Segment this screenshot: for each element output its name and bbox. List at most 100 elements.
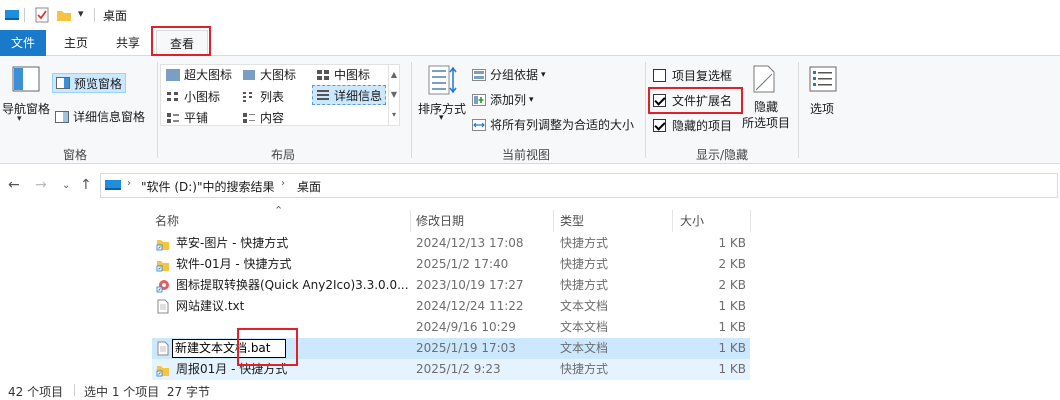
file-row[interactable]: 软件-01月 - 快捷方式 2025/1/2 17:40 快捷方式 2 KB [152,254,750,275]
group-separator [411,62,412,158]
properties-icon[interactable] [34,7,50,23]
group-separator [798,62,799,158]
options-label: 选项 [810,102,835,116]
forward-arrow-icon[interactable]: → [35,177,47,193]
layout-large-icons[interactable]: 大图标 [242,66,296,83]
file-type: 文本文档 [560,341,609,355]
highlight-box-extension [237,328,298,366]
details-pane-button[interactable]: 详细信息窗格 [55,108,145,125]
hide-selected-button[interactable]: 隐藏 所选项目 [740,99,792,131]
column-separator[interactable] [672,210,673,232]
group-by-button[interactable]: 分组依据 ▾ [472,66,546,83]
address-bar[interactable]: › "软件 (D:)"中的搜索结果 › 桌面 [100,173,1058,198]
hidden-items-checkbox[interactable] [653,119,666,132]
fit-columns-button[interactable]: 将所有列调整为合适的大小 [472,116,634,133]
item-checkboxes-toggle[interactable]: 项目复选框 [653,67,732,84]
hidden-items-toggle[interactable]: 隐藏的项目 [653,117,732,134]
navigation-pane-button[interactable]: 导航窗格 [2,100,50,117]
file-row[interactable]: 网站建议.txt 2024/12/24 11:22 文本文档 1 KB [152,296,750,317]
sort-by-icon [428,65,457,95]
hide-selected-label-line1: 隐藏 [753,100,778,114]
item-checkboxes-checkbox[interactable] [653,69,666,82]
medium-icons-icon [317,69,329,80]
chevron-down-icon: ▾ [17,114,22,124]
tab-share[interactable]: 共享 [106,30,150,56]
add-column-icon [472,93,486,106]
qat-dropdown-icon[interactable]: ▾ [78,7,84,20]
navigation-bar: ← → ⌄ ↑ › "软件 (D:)"中的搜索结果 › 桌面 [0,164,1060,208]
file-name: 网站建议.txt [176,299,245,313]
file-row[interactable]: 图标提取转换器(Quick Any2Ico)3.3.0.0... 2023/10… [152,275,750,296]
column-header-type[interactable]: 类型 [560,210,584,232]
group-label-panes: 窗格 [62,148,87,162]
column-separator[interactable] [553,210,554,232]
new-folder-icon[interactable] [56,7,72,23]
file-type: 文本文档 [560,299,609,313]
column-separator[interactable] [750,210,751,232]
item-checkboxes-label: 项目复选框 [672,69,733,83]
layout-item-label: 超大图标 [184,68,233,82]
tab-file[interactable]: 文件 [0,30,46,56]
fit-columns-label: 将所有列调整为合适的大小 [490,118,635,132]
group-by-label: 分组依据 [490,68,539,82]
group-separator [645,62,646,158]
column-header-name[interactable]: 名称 [155,210,179,232]
breadcrumb-desktop[interactable]: 桌面 [297,178,321,195]
breadcrumb-separator: › [127,178,131,189]
back-arrow-icon[interactable]: ← [8,177,20,193]
tiles-icon [167,112,179,123]
layout-gallery-scroll[interactable]: ▲ ▼ ▾ [388,65,399,125]
file-size: 2 KB [718,257,746,271]
options-button[interactable]: 选项 [810,100,834,117]
file-type: 快捷方式 [560,278,609,292]
breadcrumb-search-results[interactable]: "软件 (D:)"中的搜索结果 [141,178,275,195]
file-size: 1 KB [718,320,746,334]
tab-home[interactable]: 主页 [54,30,98,56]
app-shortcut-icon [156,280,169,293]
layout-list[interactable]: 列表 [242,88,284,105]
file-type: 快捷方式 [560,362,609,376]
layout-details[interactable]: 详细信息 [312,85,387,105]
file-name: 苹安-图片 - 快捷方式 [176,236,289,250]
file-row[interactable]: 苹安-图片 - 快捷方式 2024/12/13 17:08 快捷方式 1 KB [152,233,750,254]
text-file-icon [157,341,169,356]
column-separator[interactable] [410,210,411,232]
layout-tiles[interactable]: 平铺 [166,109,208,126]
preview-pane-label: 预览窗格 [74,76,123,91]
column-header-size[interactable]: 大小 [680,210,704,232]
group-label-show-hide: 显示/隐藏 [695,148,749,162]
chevron-down-icon: ▾ [529,94,534,105]
column-header-modified[interactable]: 修改日期 [416,210,464,232]
layout-small-icons[interactable]: 小图标 [166,88,220,105]
status-bar: 42 个项目 选中 1 个项目 27 字节 [0,380,1060,399]
options-icon [809,66,837,92]
navigation-pane-label: 导航窗格 [2,102,51,116]
recent-locations-chevron-icon[interactable]: ⌄ [62,180,70,191]
layout-medium-icons[interactable]: 中图标 [316,66,370,83]
layout-item-label: 中图标 [334,68,371,82]
explorer-icon [5,10,19,20]
add-column-button[interactable]: 添加列 ▾ [472,91,534,108]
details-pane-label: 详细信息窗格 [73,110,146,124]
extra-large-icons-icon [166,68,180,81]
preview-pane-icon [56,77,70,89]
up-arrow-icon[interactable]: ↑ [80,177,92,193]
item-count: 42 个项目 [8,385,64,399]
file-size: 1 KB [718,341,746,355]
ribbon: 导航窗格 ▾ 预览窗格 详细信息窗格 窗格 超大图标 大图标 中图标 小图标 列… [0,56,1060,164]
hidden-items-label: 隐藏的项目 [672,119,733,133]
layout-item-label: 内容 [260,111,285,125]
group-label-current-view: 当前视图 [501,148,550,162]
layout-item-label: 详细信息 [334,88,383,103]
details-pane-icon [55,110,69,123]
file-type: 快捷方式 [560,257,609,271]
layout-content[interactable]: 内容 [242,109,284,126]
shortcut-icon [156,261,169,272]
file-modified: 2025/1/2 17:40 [416,257,509,271]
file-size: 1 KB [718,299,746,313]
hide-selected-icon [753,65,775,93]
group-separator [157,62,158,158]
preview-pane-button[interactable]: 预览窗格 [52,73,127,93]
shortcut-icon [156,366,169,377]
layout-extra-large-icons[interactable]: 超大图标 [166,66,232,83]
